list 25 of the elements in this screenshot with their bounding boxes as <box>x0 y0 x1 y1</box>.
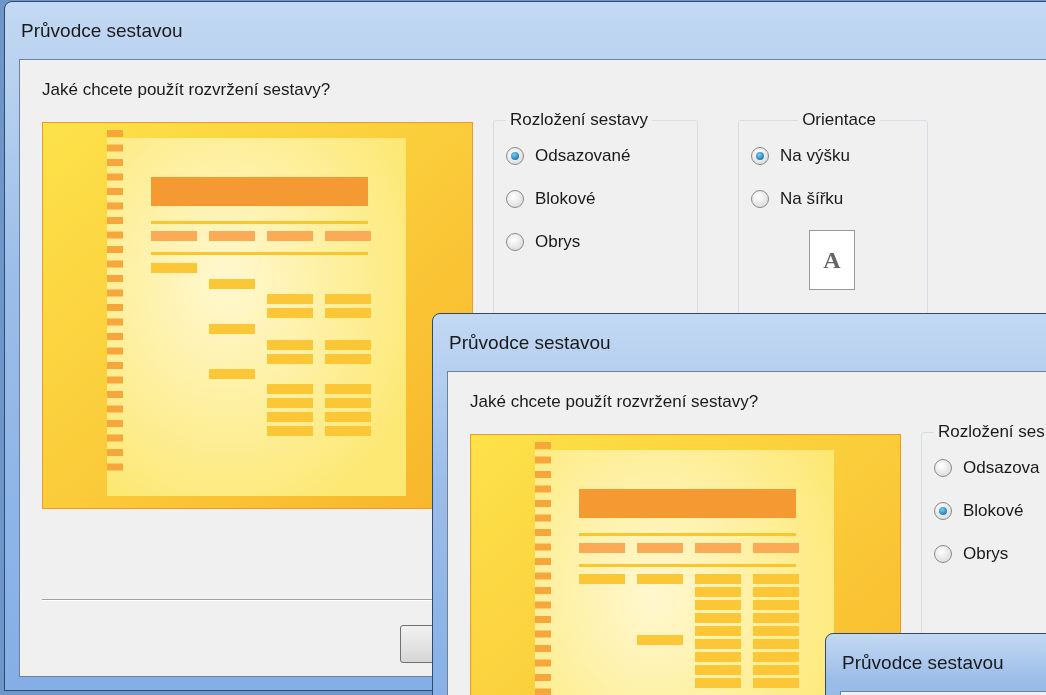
option-label: Na šířku <box>780 188 844 209</box>
radio-button[interactable] <box>506 146 524 165</box>
option-label: Blokové <box>535 188 596 209</box>
option-label: Blokové <box>963 500 1024 521</box>
page-icon: A <box>809 230 855 290</box>
window-title: Průvodce sestavou <box>21 19 183 42</box>
option-label: Obrys <box>535 231 581 252</box>
radio-button[interactable] <box>934 544 952 563</box>
window-title: Průvodce sestavou <box>449 331 611 354</box>
group-label: Rozložení ses <box>937 422 1046 442</box>
radio-button[interactable] <box>934 458 952 477</box>
option-label: Odsazované <box>535 145 631 166</box>
option-label: Na výšku <box>780 145 850 166</box>
question-text: Jaké chcete použít rozvržení sestavy? <box>42 80 332 100</box>
radio-button[interactable] <box>751 189 769 208</box>
group-label: Orientace <box>801 110 877 130</box>
radio-button[interactable] <box>506 189 524 208</box>
radio-button[interactable] <box>934 501 952 520</box>
option-label: Obrys <box>963 543 1009 564</box>
group-label: Rozložení sestavy <box>509 110 649 130</box>
question-text: Jaké chcete použít rozvržení sestavy? <box>470 392 760 412</box>
radio-button[interactable] <box>751 146 769 165</box>
window-title: Průvodce sestavou <box>842 651 1004 674</box>
option-label: Odsazova <box>963 457 1040 478</box>
radio-button[interactable] <box>506 232 524 251</box>
